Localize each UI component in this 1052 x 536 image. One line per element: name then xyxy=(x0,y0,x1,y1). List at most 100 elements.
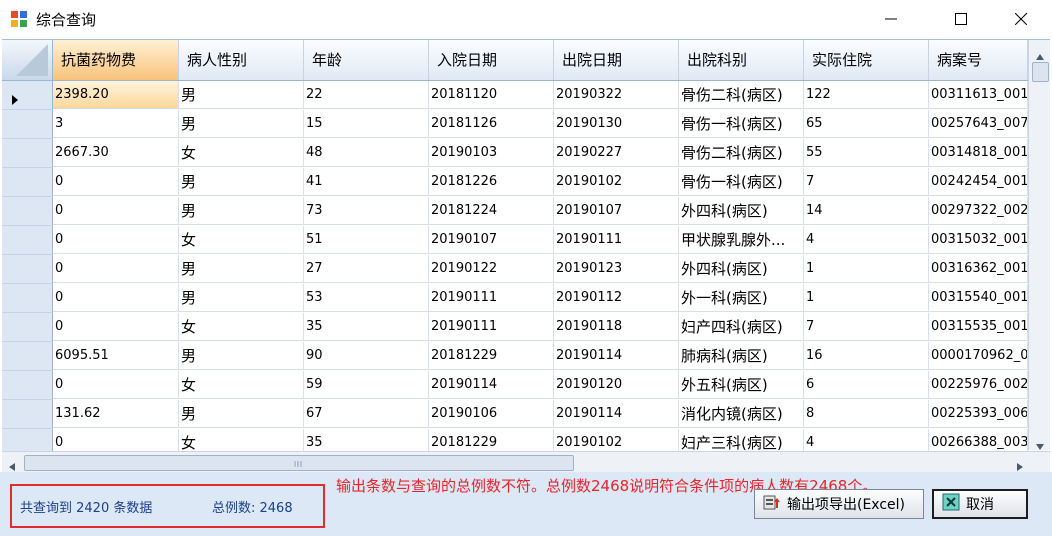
table-cell[interactable]: 20190227 xyxy=(554,139,679,167)
table-cell[interactable]: 20181226 xyxy=(429,168,554,196)
table-cell[interactable]: 20190118 xyxy=(554,313,679,341)
table-cell[interactable]: 00311613_001 xyxy=(929,81,1028,109)
table-cell[interactable]: 122 xyxy=(804,81,929,109)
table-cell[interactable]: 女 xyxy=(179,371,304,399)
table-cell[interactable]: 20181224 xyxy=(429,197,554,225)
row-header[interactable] xyxy=(2,139,53,168)
table-cell[interactable]: 20190107 xyxy=(554,197,679,225)
row-header[interactable] xyxy=(2,255,53,284)
table-cell[interactable]: 53 xyxy=(304,284,429,312)
table-cell[interactable]: 20190111 xyxy=(554,226,679,254)
table-row[interactable]: 6095.51 男 90 20181229 20190114 肺病科(病区) 16 00001… xyxy=(2,342,1028,371)
table-cell[interactable]: 20190114 xyxy=(554,400,679,428)
table-cell[interactable]: 6 xyxy=(804,371,929,399)
column-header[interactable]: 出院日期 xyxy=(554,40,679,80)
table-cell[interactable]: 男 xyxy=(179,197,304,225)
table-cell[interactable]: 131.62 xyxy=(53,400,179,428)
table-cell[interactable]: 女 xyxy=(179,226,304,254)
table-cell[interactable]: 骨伤一科(病区) xyxy=(679,168,804,196)
table-cell[interactable]: 0 xyxy=(53,284,179,312)
table-cell[interactable]: 0 xyxy=(53,255,179,283)
table-cell[interactable]: 0 xyxy=(53,168,179,196)
table-cell[interactable]: 27 xyxy=(304,255,429,283)
row-header[interactable] xyxy=(2,284,53,313)
column-header[interactable]: 出院科别 xyxy=(679,40,804,80)
table-cell[interactable]: 20190106 xyxy=(429,400,554,428)
table-cell[interactable]: 59 xyxy=(304,371,429,399)
table-cell[interactable]: 20190107 xyxy=(429,226,554,254)
scroll-left-icon[interactable] xyxy=(8,457,16,472)
table-cell[interactable]: 0000170962_00 xyxy=(929,342,1028,370)
table-cell[interactable]: 00257643_007 xyxy=(929,110,1028,138)
table-cell[interactable]: 妇产四科(病区) xyxy=(679,313,804,341)
table-cell[interactable]: 20190112 xyxy=(554,284,679,312)
table-cell[interactable]: 20190114 xyxy=(554,342,679,370)
table-cell[interactable]: 1 xyxy=(804,255,929,283)
row-header[interactable] xyxy=(2,342,53,371)
table-row[interactable]: 0 女 51 20190107 20190111 甲状腺乳腺外... 4 00315032_0… xyxy=(2,226,1028,255)
table-row[interactable]: 2667.30 女 48 20190103 20190227 骨伤二科(病区) 55 0031… xyxy=(2,139,1028,168)
vertical-scroll-thumb[interactable] xyxy=(1032,62,1049,82)
table-cell[interactable]: 甲状腺乳腺外... xyxy=(679,226,804,254)
column-header[interactable]: 病案号 xyxy=(929,40,1028,80)
row-header[interactable] xyxy=(2,197,53,226)
table-cell[interactable]: 20181120 xyxy=(429,81,554,109)
table-cell[interactable]: 男 xyxy=(179,168,304,196)
table-row[interactable]: 0 男 73 20181224 20190107 外四科(病区) 14 00297322_00… xyxy=(2,197,1028,226)
table-cell[interactable]: 0 xyxy=(53,313,179,341)
close-button[interactable] xyxy=(998,0,1044,38)
table-cell[interactable]: 3 xyxy=(53,110,179,138)
table-row[interactable]: 0 女 35 20190111 20190118 妇产四科(病区) 7 00315535_00… xyxy=(2,313,1028,342)
table-cell[interactable]: 00314818_001 xyxy=(929,139,1028,167)
table-cell[interactable]: 男 xyxy=(179,400,304,428)
column-header[interactable]: 入院日期 xyxy=(429,40,554,80)
vertical-scrollbar[interactable] xyxy=(1028,40,1050,450)
maximize-button[interactable] xyxy=(938,0,984,38)
table-cell[interactable]: 51 xyxy=(304,226,429,254)
table-cell[interactable]: 20190103 xyxy=(429,139,554,167)
table-cell[interactable]: 90 xyxy=(304,342,429,370)
table-cell[interactable]: 20190111 xyxy=(429,284,554,312)
table-cell[interactable]: 20190123 xyxy=(554,255,679,283)
table-cell[interactable]: 7 xyxy=(804,313,929,341)
table-cell[interactable]: 20190111 xyxy=(429,313,554,341)
table-cell[interactable]: 20190114 xyxy=(429,371,554,399)
table-cell[interactable]: 00225976_002 xyxy=(929,371,1028,399)
row-header[interactable] xyxy=(2,400,53,429)
table-cell[interactable]: 20190120 xyxy=(554,371,679,399)
horizontal-scrollbar[interactable] xyxy=(2,451,1050,472)
horizontal-scroll-thumb[interactable] xyxy=(24,455,574,471)
column-header[interactable]: 抗菌药物费 xyxy=(53,40,179,80)
table-cell[interactable]: 20190102 xyxy=(554,168,679,196)
table-cell[interactable]: 00225393_006 xyxy=(929,400,1028,428)
table-cell[interactable]: 14 xyxy=(804,197,929,225)
table-cell[interactable]: 00242454_001 xyxy=(929,168,1028,196)
table-cell[interactable]: 7 xyxy=(804,168,929,196)
row-header[interactable] xyxy=(2,110,53,139)
table-cell[interactable]: 41 xyxy=(304,168,429,196)
table-row[interactable]: 0 男 53 20190111 20190112 外一科(病区) 1 00315540_001 xyxy=(2,284,1028,313)
table-cell[interactable]: 男 xyxy=(179,110,304,138)
row-header[interactable] xyxy=(2,371,53,400)
table-cell[interactable]: 20190122 xyxy=(429,255,554,283)
table-cell[interactable]: 2398.20 xyxy=(53,81,179,109)
select-all-corner[interactable] xyxy=(2,40,53,80)
table-cell[interactable]: 男 xyxy=(179,342,304,370)
row-header[interactable] xyxy=(2,81,53,110)
table-cell[interactable]: 22 xyxy=(304,81,429,109)
table-row[interactable]: 2398.20 男 22 20181120 20190322 骨伤二科(病区) 122 003… xyxy=(2,81,1028,110)
table-cell[interactable]: 骨伤二科(病区) xyxy=(679,139,804,167)
table-cell[interactable]: 0 xyxy=(53,371,179,399)
table-cell[interactable]: 肺病科(病区) xyxy=(679,342,804,370)
table-cell[interactable]: 男 xyxy=(179,81,304,109)
table-cell[interactable]: 男 xyxy=(179,255,304,283)
table-cell[interactable]: 20190322 xyxy=(554,81,679,109)
table-cell[interactable]: 外四科(病区) xyxy=(679,255,804,283)
row-header[interactable] xyxy=(2,226,53,255)
table-cell[interactable]: 外四科(病区) xyxy=(679,197,804,225)
table-cell[interactable]: 55 xyxy=(804,139,929,167)
table-row[interactable]: 131.62 男 67 20190106 20190114 消化内镜(病区) 8 002253… xyxy=(2,400,1028,429)
table-row[interactable]: 3 男 15 20181126 20190130 骨伤一科(病区) 65 00257643_0… xyxy=(2,110,1028,139)
table-cell[interactable]: 6095.51 xyxy=(53,342,179,370)
column-header[interactable]: 实际住院 xyxy=(804,40,929,80)
